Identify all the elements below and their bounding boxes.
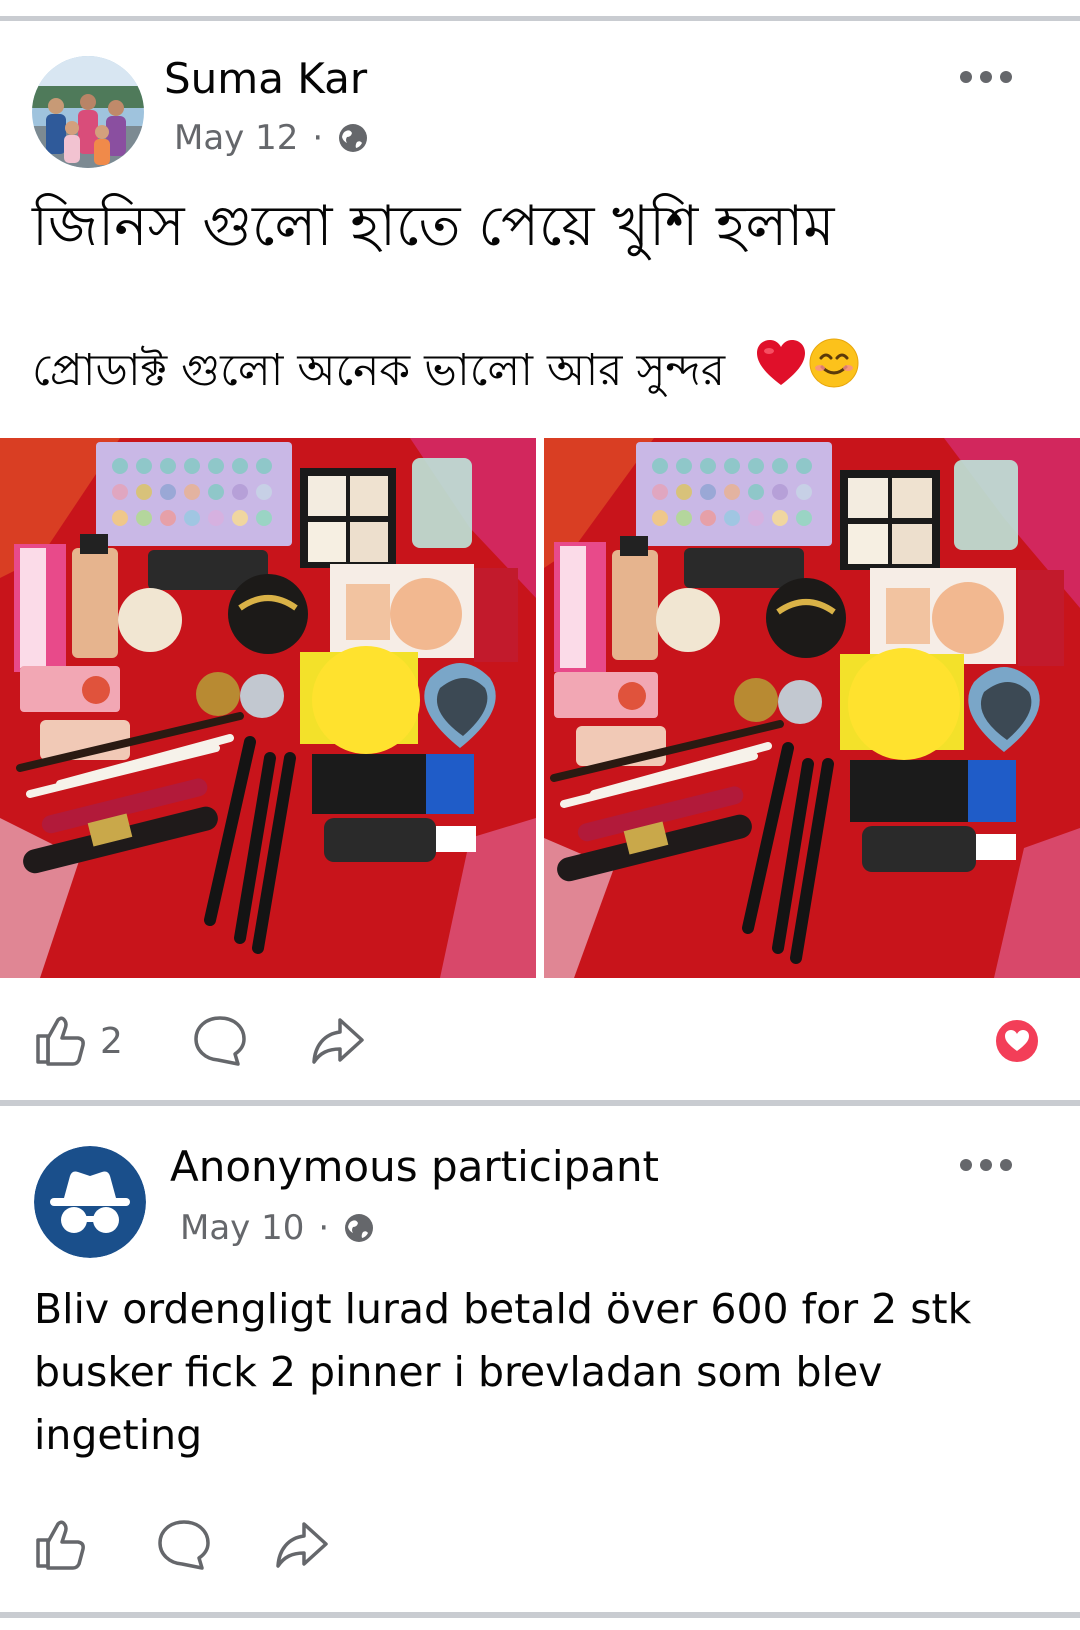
globe-icon [337, 122, 369, 154]
author-name[interactable]: Suma Kar [164, 54, 367, 103]
bottom-divider [0, 1612, 1080, 1618]
heart-reaction-icon[interactable] [994, 1018, 1040, 1064]
post-meta: May 12 · [174, 118, 369, 158]
globe-icon [343, 1212, 375, 1244]
like-count: 2 [100, 1020, 123, 1062]
comment-button[interactable] [156, 1518, 212, 1576]
more-options-icon[interactable] [960, 70, 1012, 84]
thumbs-up-icon [34, 1516, 88, 1574]
share-icon [310, 1016, 366, 1070]
comment-icon [192, 1014, 248, 1072]
anonymous-avatar[interactable] [34, 1146, 146, 1258]
post-body: Bliv ordengligt lurad betald över 600 fo… [34, 1285, 972, 1459]
share-icon [274, 1520, 330, 1574]
author-avatar[interactable] [32, 56, 144, 168]
post-meta: May 10 · [180, 1208, 375, 1248]
makeup-products-photo-2[interactable] [544, 438, 1080, 978]
post-body-text: প্রোডাক্ট গুলো অনেক ভালো আর সুন্দর [32, 345, 726, 396]
post-suma-kar: Suma Kar May 12 · জিনিস গুলো হাতে পেয়ে … [0, 0, 1080, 1066]
share-button[interactable] [310, 1016, 366, 1070]
meta-separator: · [312, 118, 324, 158]
like-button[interactable]: 2 [34, 1012, 123, 1070]
share-button[interactable] [274, 1520, 330, 1574]
comment-icon [156, 1518, 212, 1576]
red-heart-emoji [755, 339, 807, 403]
post-anonymous-participant: Anonymous participant May 10 · Bliv orde… [0, 1106, 1080, 1626]
makeup-products-photo-1[interactable] [0, 438, 536, 978]
post-date[interactable]: May 10 [180, 1208, 304, 1248]
thumbs-up-icon [34, 1012, 88, 1070]
author-name[interactable]: Anonymous participant [170, 1142, 659, 1191]
post-date[interactable]: May 12 [174, 118, 298, 158]
like-button[interactable] [34, 1516, 88, 1574]
more-options-icon[interactable] [960, 1158, 1012, 1172]
comment-button[interactable] [192, 1014, 248, 1072]
smiling-face-emoji [809, 338, 859, 404]
meta-separator: · [318, 1208, 330, 1248]
post-headline: জিনিস গুলো হাতে পেয়ে খুশি হলাম [32, 194, 835, 259]
post-body: প্রোডাক্ট গুলো অনেক ভালো আর সুন্দর [32, 338, 859, 404]
